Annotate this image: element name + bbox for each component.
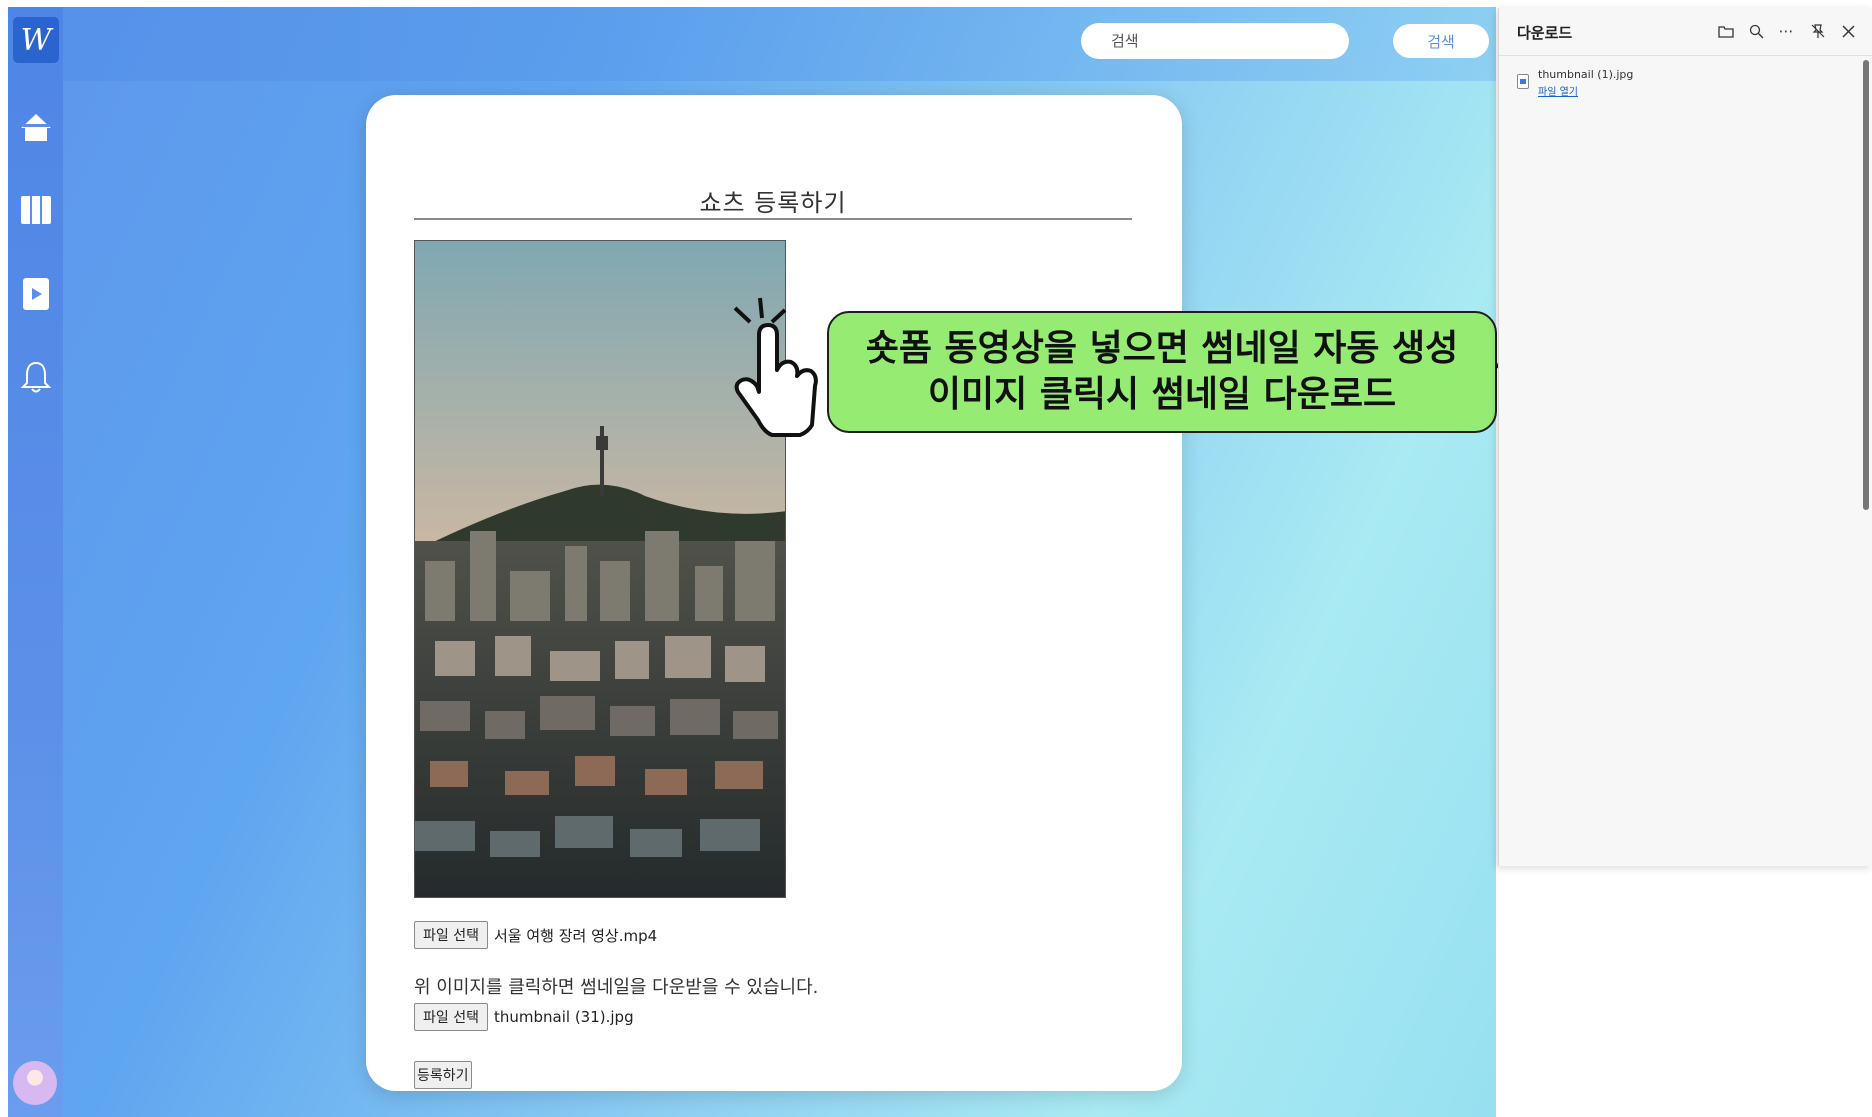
more-options-button[interactable]: ⋯ [1775,20,1797,42]
annotation-line-1: 숏폼 동영상을 넣으면 썸네일 자동 생성 [865,328,1459,369]
more-icon: ⋯ [1778,22,1794,40]
downloads-panel: 다운로드 ⋯ thumbnail (1).jpg 파일 열기 [1498,8,1872,866]
sidebar-item-notifications[interactable] [16,357,56,397]
annotation-callout: 숏폼 동영상을 넣으면 썸네일 자동 생성 이미지 클릭시 썸네일 다운로드 [827,311,1497,433]
download-file-name: thumbnail (1).jpg [1538,68,1634,81]
thumbnail-picture [415,241,785,897]
video-file-name: 서울 여행 장려 영상.mp4 [493,926,658,945]
image-file-icon [1517,74,1529,89]
sidebar: W [8,7,63,1117]
thumbnail-file-row: 파일 선택 thumbnail (31).jpg [414,1003,634,1031]
bell-icon [20,361,52,393]
search-downloads-button[interactable] [1745,20,1767,42]
downloads-scrollbar[interactable] [1863,60,1869,510]
open-folder-button[interactable] [1715,20,1737,42]
app-logo[interactable]: W [13,17,59,63]
close-icon [1842,25,1854,37]
sidebar-item-map[interactable] [16,190,56,230]
title-divider [414,218,1132,220]
sidebar-item-shorts[interactable] [16,274,56,314]
download-item[interactable]: thumbnail (1).jpg 파일 열기 [1517,66,1847,106]
close-panel-button[interactable] [1837,20,1859,42]
web-page: 검색 W 쇼츠 등록하기 [8,7,1496,1117]
sidebar-item-home[interactable] [16,107,56,147]
play-icon [23,278,49,310]
search-input[interactable] [1081,23,1349,59]
thumbnail-hint-text: 위 이미지를 클릭하면 썸네일을 다운받을 수 있습니다. [414,977,819,998]
folder-icon [1718,26,1734,38]
search-icon [1749,24,1763,38]
thumbnail-image[interactable] [414,240,786,898]
thumbnail-file-select-button[interactable]: 파일 선택 [414,1003,488,1031]
logo-letter: W [20,22,52,58]
video-file-select-button[interactable]: 파일 선택 [414,921,488,949]
map-icon [21,196,51,224]
video-file-row: 파일 선택 서울 여행 장려 영상.mp4 [414,921,657,949]
unpin-icon [1811,24,1825,38]
shorts-upload-card: 쇼츠 등록하기 파일 선택 서울 여행 장려 영상.mp4 위 이미지를 클릭하… [366,95,1182,1091]
downloads-title: 다운로드 [1517,24,1573,42]
annotation-line-2: 이미지 클릭시 썸네일 다운로드 [927,374,1397,415]
page-title: 쇼츠 등록하기 [699,189,847,217]
submit-button[interactable]: 등록하기 [414,1061,472,1089]
home-icon [21,114,51,141]
avatar[interactable] [13,1061,57,1105]
downloads-header: 다운로드 ⋯ [1499,8,1872,56]
search-button[interactable]: 검색 [1393,24,1489,58]
open-file-link[interactable]: 파일 열기 [1538,83,1578,98]
pin-panel-button[interactable] [1807,20,1829,42]
thumbnail-file-name: thumbnail (31).jpg [493,1008,634,1026]
